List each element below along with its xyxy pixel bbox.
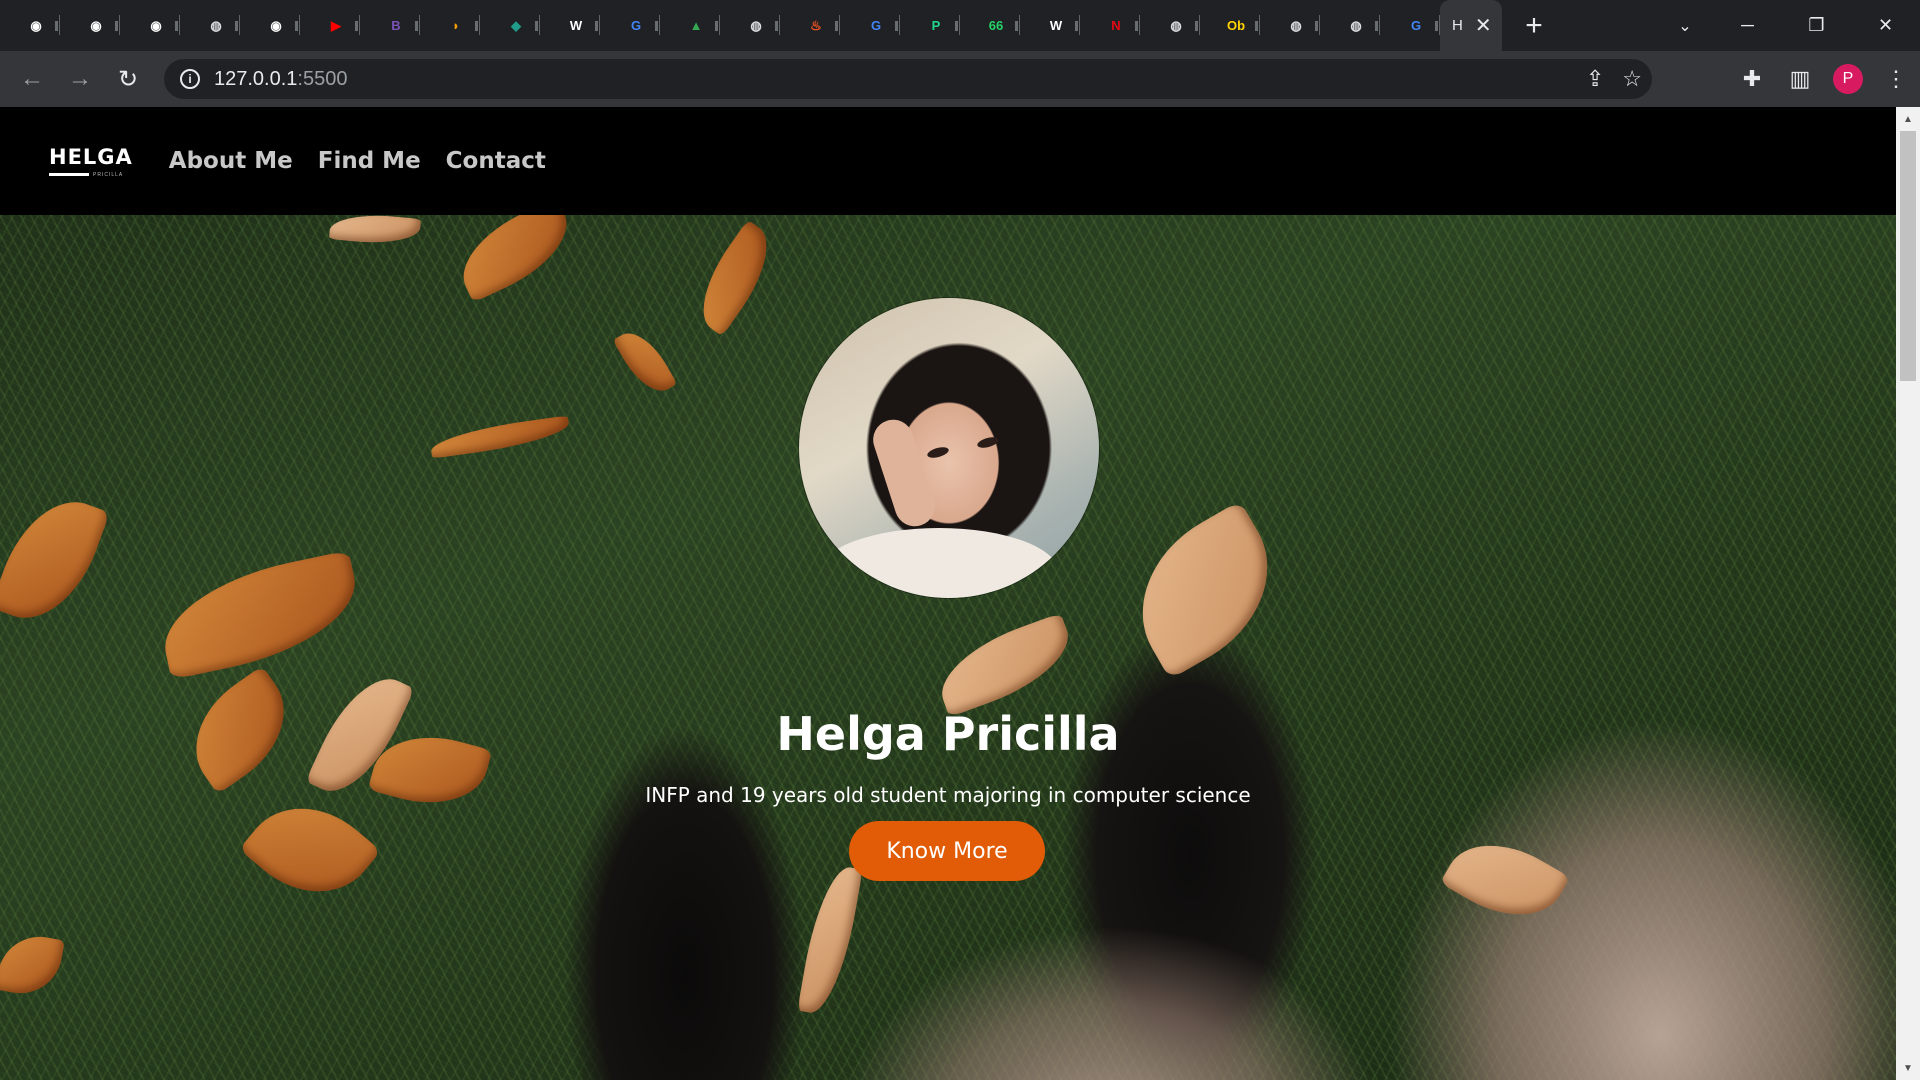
- github-icon: ◉: [150, 17, 162, 33]
- close-tab-icon[interactable]: ✕: [1475, 16, 1492, 36]
- logo-subtext: PRICILLA: [93, 171, 124, 178]
- github-icon: ◉: [90, 17, 102, 33]
- bookmark-star-icon[interactable]: ☆: [1622, 66, 1642, 92]
- fire-icon: ♨: [810, 17, 822, 33]
- tab-strip: ◉ ◉ ◉ ◍ ◉ ▶ B ◗ ◆ W G ▲ ◍ ♨ G P 66 W N ◍ Ob ◍ ◍ G H ✕ +: [0, 0, 1920, 51]
- browser-tab[interactable]: ◉: [240, 0, 300, 51]
- url-text[interactable]: 127.0.0.1:5500: [214, 68, 347, 91]
- avatar: P: [1833, 64, 1863, 94]
- browser-tab[interactable]: ◉: [120, 0, 180, 51]
- bootstrap-icon: B: [391, 18, 401, 33]
- close-window-button[interactable]: ✕: [1851, 0, 1920, 51]
- browser-tab[interactable]: G: [840, 0, 900, 51]
- site-icon: ◆: [511, 17, 521, 33]
- hero-tagline: INFP and 19 years old student majoring i…: [645, 783, 1251, 807]
- github-icon: ◉: [30, 17, 42, 33]
- google-icon: G: [630, 18, 642, 33]
- browser-tab[interactable]: ◆: [480, 0, 540, 51]
- reload-button[interactable]: ↻: [104, 55, 152, 103]
- scrollbar-thumb[interactable]: [1900, 131, 1916, 381]
- page-viewport: HELGA PRICILLA About Me Find Me Contact: [0, 107, 1920, 1080]
- browser-tab[interactable]: 66: [960, 0, 1020, 51]
- browser-tab[interactable]: G: [1380, 0, 1440, 51]
- site-logo[interactable]: HELGA PRICILLA: [49, 145, 133, 178]
- scroll-up-arrow-icon[interactable]: ▲: [1896, 109, 1920, 129]
- logo-text: HELGA: [49, 144, 133, 169]
- nav-contact[interactable]: Contact: [446, 148, 546, 174]
- browser-tab[interactable]: W: [1020, 0, 1080, 51]
- globe-icon: ◍: [1290, 17, 1302, 33]
- extensions-puzzle-icon[interactable]: ✚: [1728, 55, 1776, 103]
- wikipedia-icon: W: [1049, 18, 1063, 33]
- google-icon: G: [1410, 18, 1422, 33]
- browser-tab[interactable]: ◍: [1320, 0, 1380, 51]
- active-browser-tab[interactable]: H ✕: [1440, 0, 1502, 51]
- active-tab-title: H: [1452, 17, 1463, 34]
- browser-tab[interactable]: ◍: [180, 0, 240, 51]
- nav-find-me[interactable]: Find Me: [318, 148, 421, 174]
- browser-tab[interactable]: ◍: [1140, 0, 1200, 51]
- browser-tab[interactable]: ◍: [720, 0, 780, 51]
- globe-icon: ◍: [1350, 17, 1362, 33]
- browser-tab[interactable]: ▲: [660, 0, 720, 51]
- page-scrollbar[interactable]: ▲ ▼: [1896, 107, 1920, 1080]
- hero-content: Helga Pricilla INFP and 19 years old stu…: [0, 215, 1896, 1080]
- scroll-down-arrow-icon[interactable]: ▼: [1896, 1058, 1920, 1078]
- new-tab-button[interactable]: +: [1502, 0, 1566, 51]
- back-button[interactable]: ←: [8, 55, 56, 103]
- tab-search-chevron-icon[interactable]: ⌄: [1657, 0, 1713, 51]
- codepen-icon: ◗: [452, 18, 460, 33]
- browser-toolbar: ← → ↻ i 127.0.0.1:5500 ⇪ ☆ ✚ ▥ P ⋮: [0, 51, 1920, 107]
- browser-tab[interactable]: B: [360, 0, 420, 51]
- globe-icon: ◍: [210, 17, 222, 33]
- browser-tab[interactable]: G: [600, 0, 660, 51]
- side-panel-icon[interactable]: ▥: [1776, 55, 1824, 103]
- browser-tab[interactable]: ◉: [60, 0, 120, 51]
- browser-tab[interactable]: ◍: [1260, 0, 1320, 51]
- forward-button[interactable]: →: [56, 55, 104, 103]
- browser-tab[interactable]: ▶: [300, 0, 360, 51]
- know-more-button[interactable]: Know More: [849, 821, 1045, 881]
- minimize-button[interactable]: ─: [1713, 0, 1782, 51]
- pycharm-icon: P: [931, 18, 941, 33]
- restore-button[interactable]: ❐: [1782, 0, 1851, 51]
- github-icon: ◉: [270, 17, 282, 33]
- globe-icon: ◍: [750, 17, 762, 33]
- site-navbar: HELGA PRICILLA About Me Find Me Contact: [0, 107, 1896, 215]
- profile-button[interactable]: P: [1824, 55, 1872, 103]
- window-controls: ─ ❐ ✕: [1713, 0, 1920, 51]
- youtube-icon: ▶: [331, 17, 341, 33]
- netflix-icon: N: [1111, 18, 1121, 33]
- browser-tab[interactable]: ◉: [0, 0, 60, 51]
- wikipedia-icon: W: [569, 18, 583, 33]
- profile-photo: [799, 298, 1099, 598]
- share-icon[interactable]: ⇪: [1586, 66, 1604, 92]
- address-bar[interactable]: i 127.0.0.1:5500 ⇪ ☆: [164, 59, 1652, 99]
- site-icon: Ob: [1226, 18, 1246, 33]
- browser-tab[interactable]: ♨: [780, 0, 840, 51]
- browser-tab[interactable]: P: [900, 0, 960, 51]
- site-info-icon[interactable]: i: [180, 69, 200, 89]
- drive-icon: ▲: [689, 18, 703, 33]
- hero-name: Helga Pricilla: [776, 707, 1120, 761]
- nav-about-me[interactable]: About Me: [169, 148, 293, 174]
- menu-kebab-icon[interactable]: ⋮: [1872, 55, 1920, 103]
- globe-icon: ◍: [1170, 17, 1182, 33]
- google-icon: G: [870, 18, 882, 33]
- browser-tab[interactable]: ◗: [420, 0, 480, 51]
- browser-tab[interactable]: Ob: [1200, 0, 1260, 51]
- whatsapp-icon: 66: [988, 18, 1004, 33]
- browser-tab[interactable]: N: [1080, 0, 1140, 51]
- browser-tab[interactable]: W: [540, 0, 600, 51]
- hero-section: Helga Pricilla INFP and 19 years old stu…: [0, 215, 1896, 1080]
